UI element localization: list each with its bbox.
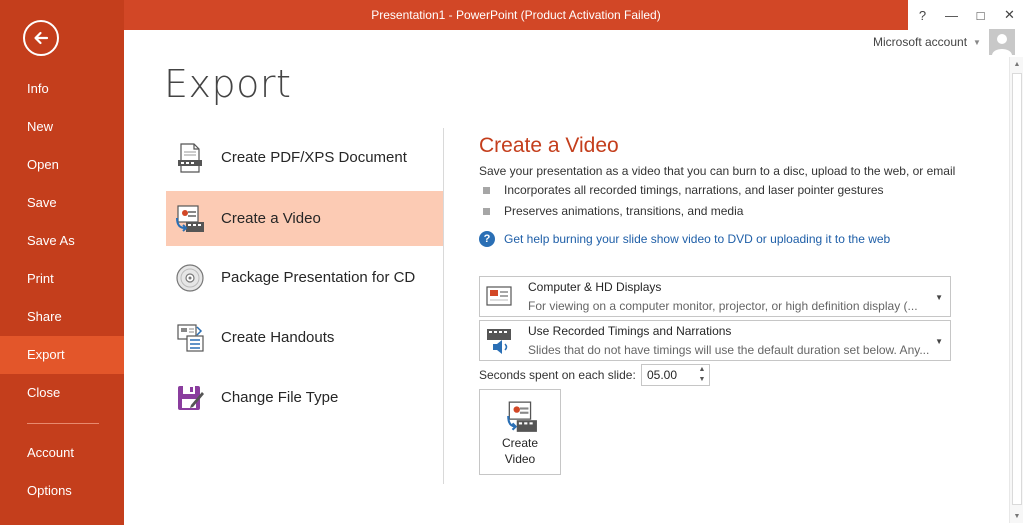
nav-item-export[interactable]: Export (0, 336, 124, 374)
title-bar: Presentation1 - PowerPoint (Product Acti… (124, 0, 908, 30)
export-option-package-cd[interactable]: Package Presentation for CD (166, 250, 443, 305)
export-option-label: Package Presentation for CD (221, 269, 416, 286)
export-option-change-file-type[interactable]: Change File Type (166, 370, 443, 425)
close-window-button[interactable]: ✕ (995, 0, 1024, 30)
nav-item-open[interactable]: Open (0, 146, 124, 184)
window-controls: ? — □ ✕ (908, 0, 1025, 30)
nav-item-account[interactable]: Account (0, 434, 124, 472)
create-video-label: Create Video (501, 436, 539, 466)
spin-up-icon[interactable]: ▲ (696, 365, 708, 375)
nav-item-new[interactable]: New (0, 108, 124, 146)
window-title: Presentation1 - PowerPoint (Product Acti… (371, 8, 661, 22)
nav-item-close[interactable]: Close (0, 374, 124, 412)
help-link[interactable]: ? Get help burning your slide show video… (479, 231, 890, 247)
bullet-text: Preserves animations, transitions, and m… (504, 204, 744, 218)
vertical-scrollbar[interactable]: ▲ ▼ (1009, 57, 1023, 523)
export-option-pdf[interactable]: Create PDF/XPS Document (166, 130, 443, 185)
seconds-label: Seconds spent on each slide: (479, 368, 636, 382)
export-option-handouts[interactable]: Create Handouts (166, 310, 443, 365)
pdf-document-icon (172, 140, 208, 176)
timings-dropdown[interactable]: Use Recorded Timings and Narrations Slid… (479, 320, 951, 361)
dropdown-arrow-icon: ▼ (935, 337, 943, 346)
dropdown-subtitle: For viewing on a computer monitor, proje… (528, 299, 918, 313)
video-icon (172, 201, 208, 237)
feature-bullet: Preserves animations, transitions, and m… (483, 204, 743, 218)
detail-title: Create a Video (479, 134, 619, 157)
back-button[interactable] (23, 20, 59, 56)
scroll-thumb[interactable] (1012, 73, 1022, 505)
bullet-square-icon (483, 186, 490, 194)
minimize-button[interactable]: — (937, 0, 966, 30)
seconds-input[interactable] (642, 365, 696, 385)
export-option-video[interactable]: Create a Video (166, 191, 443, 246)
scroll-up-icon[interactable]: ▲ (1010, 57, 1024, 71)
monitor-icon (486, 286, 512, 306)
account-menu[interactable]: Microsoft account ▼ (873, 29, 981, 55)
video-quality-dropdown[interactable]: Computer & HD Displays For viewing on a … (479, 276, 951, 317)
cd-icon (172, 260, 208, 296)
question-icon: ? (479, 231, 495, 247)
account-label: Microsoft account (873, 35, 968, 49)
nav-item-share[interactable]: Share (0, 298, 124, 336)
export-option-label: Create Handouts (221, 329, 335, 346)
nav-divider (27, 423, 99, 424)
video-icon (507, 401, 537, 432)
maximize-button[interactable]: □ (966, 0, 995, 30)
create-video-button[interactable]: Create Video (479, 389, 561, 475)
dropdown-title: Use Recorded Timings and Narrations (528, 324, 732, 338)
dropdown-title: Computer & HD Displays (528, 280, 662, 294)
backstage-nav: Info New Open Save Save As Print Share E… (0, 0, 124, 525)
nav-item-info[interactable]: Info (0, 70, 124, 108)
avatar[interactable] (989, 29, 1015, 55)
export-option-label: Create PDF/XPS Document (221, 149, 407, 166)
help-link-text[interactable]: Get help burning your slide show video t… (504, 232, 890, 246)
back-arrow-icon (34, 31, 49, 45)
chevron-down-icon: ▼ (973, 37, 981, 47)
bullet-text: Incorporates all recorded timings, narra… (504, 183, 884, 197)
seconds-stepper: ▲ ▼ (641, 364, 710, 386)
dropdown-arrow-icon: ▼ (935, 293, 943, 302)
export-option-label: Change File Type (221, 389, 339, 406)
nav-item-save[interactable]: Save (0, 184, 124, 222)
bullet-square-icon (483, 207, 490, 215)
file-type-icon (172, 380, 208, 416)
timings-narration-icon (487, 329, 511, 354)
scroll-down-icon[interactable]: ▼ (1010, 509, 1024, 523)
spin-down-icon[interactable]: ▼ (696, 375, 708, 385)
export-option-label: Create a Video (221, 210, 321, 227)
nav-item-print[interactable]: Print (0, 260, 124, 298)
user-silhouette-icon (992, 34, 1012, 55)
feature-bullet: Incorporates all recorded timings, narra… (483, 183, 884, 197)
handouts-icon (172, 320, 208, 356)
pane-divider (443, 128, 444, 484)
nav-item-save-as[interactable]: Save As (0, 222, 124, 260)
help-button[interactable]: ? (908, 0, 937, 30)
dropdown-subtitle: Slides that do not have timings will use… (528, 343, 930, 357)
page-title: Export (164, 62, 292, 106)
detail-description: Save your presentation as a video that y… (479, 164, 956, 178)
nav-item-options[interactable]: Options (0, 472, 124, 510)
